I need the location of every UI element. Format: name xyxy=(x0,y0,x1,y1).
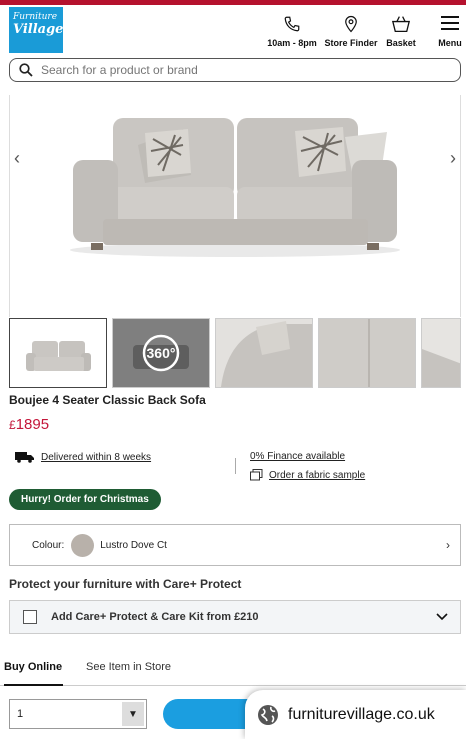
menu-button[interactable]: Menu xyxy=(435,15,465,48)
menu-label: Menu xyxy=(438,38,462,48)
product-title: Boujee 4 Seater Classic Back Sofa xyxy=(9,393,206,407)
thumbnail-more[interactable] xyxy=(421,318,461,388)
care-protect-option[interactable]: Add Care+ Protect & Care Kit from £210 xyxy=(9,600,461,634)
badge-360-text: 360° xyxy=(147,345,176,361)
browser-url-text: furniturevillage.co.uk xyxy=(288,705,435,723)
thumbnail-fabric-detail[interactable] xyxy=(318,318,416,388)
basket-label: Basket xyxy=(386,38,416,48)
search-input[interactable] xyxy=(41,63,441,77)
opening-hours-link[interactable]: 10am - 8pm xyxy=(266,15,318,48)
search-icon xyxy=(19,63,33,77)
delivery-text: Delivered within 8 weeks xyxy=(41,451,152,463)
fabric-sample-link[interactable]: Order a fabric sample xyxy=(250,469,365,481)
site-header: Furniture Village 10am - 8pm Store Finde… xyxy=(0,5,466,55)
colour-selector[interactable]: Colour: Lustro Dove Ct › xyxy=(9,524,461,566)
map-pin-icon xyxy=(324,15,378,35)
site-logo[interactable]: Furniture Village xyxy=(9,7,63,53)
fabric-sample-text: Order a fabric sample xyxy=(269,469,366,481)
dropdown-arrow-icon: ▼ xyxy=(122,702,144,726)
opening-hours-label: 10am - 8pm xyxy=(267,38,317,48)
colour-value: Lustro Dove Ct xyxy=(100,539,167,551)
chevron-right-icon: › xyxy=(446,538,450,552)
finance-text: 0% Finance available xyxy=(250,451,346,462)
store-finder-label: Store Finder xyxy=(324,38,378,48)
product-price: £1895 xyxy=(9,416,49,433)
finance-link[interactable]: 0% Finance available xyxy=(250,451,345,462)
tab-buy-online[interactable]: Buy Online xyxy=(4,661,63,686)
globe-icon xyxy=(258,704,278,725)
thumbnail-360-view[interactable]: 360° xyxy=(112,318,210,388)
fabric-sample-icon xyxy=(250,469,263,481)
hamburger-icon xyxy=(435,15,465,35)
search-bar[interactable] xyxy=(9,58,461,82)
care-protect-heading: Protect your furniture with Care+ Protec… xyxy=(9,577,242,591)
care-protect-checkbox[interactable] xyxy=(23,610,37,624)
chevron-down-icon xyxy=(436,609,448,624)
gallery-prev-arrow-icon[interactable]: ‹ xyxy=(14,148,20,169)
tab-see-in-store[interactable]: See Item in Store xyxy=(86,661,171,686)
gallery-thumbnails: 360° xyxy=(9,318,461,388)
delivery-info-link[interactable]: Delivered within 8 weeks xyxy=(15,451,151,463)
delivery-truck-icon xyxy=(15,452,34,463)
basket-link[interactable]: Basket xyxy=(383,15,419,48)
logo-text-line2: Village xyxy=(13,22,64,37)
store-finder-link[interactable]: Store Finder xyxy=(324,15,378,48)
sofa-main-image xyxy=(70,118,400,257)
price-value: 1895 xyxy=(15,416,50,433)
basket-icon xyxy=(383,15,419,35)
christmas-order-badge: Hurry! Order for Christmas xyxy=(9,489,161,510)
phone-icon xyxy=(266,15,318,35)
price-currency: £ xyxy=(9,418,16,432)
info-divider xyxy=(235,458,236,474)
colour-label: Colour: xyxy=(32,539,65,551)
quantity-select[interactable]: 1 ▼ xyxy=(9,699,147,729)
quantity-value: 1 xyxy=(17,708,24,720)
product-image-gallery: ‹ › xyxy=(9,95,461,317)
logo-text-line1: Furniture xyxy=(13,12,58,22)
purchase-tabs: Buy Online See Item in Store xyxy=(0,658,466,686)
thumbnail-front[interactable] xyxy=(9,318,107,388)
thumbnail-cushion-detail[interactable] xyxy=(215,318,313,388)
care-protect-label: Add Care+ Protect & Care Kit from £210 xyxy=(51,611,259,623)
colour-swatch xyxy=(71,533,95,557)
gallery-next-arrow-icon[interactable]: › xyxy=(450,148,456,169)
browser-url-bar[interactable]: furniturevillage.co.uk xyxy=(245,690,466,739)
